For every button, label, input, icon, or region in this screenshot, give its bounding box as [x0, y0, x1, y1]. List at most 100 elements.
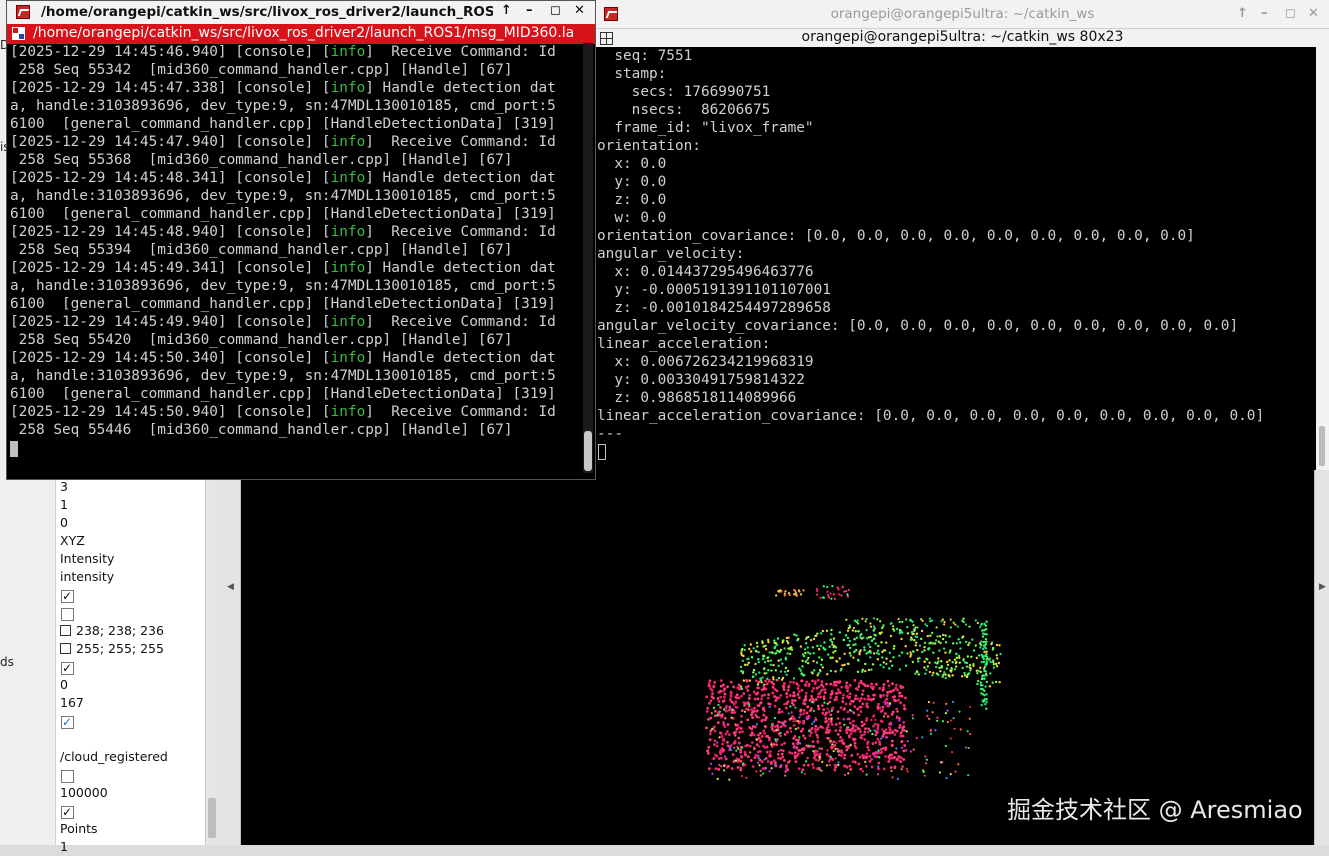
point-cloud-point — [812, 750, 815, 753]
point-cloud-point — [777, 696, 781, 700]
point-cloud-point — [723, 725, 727, 728]
point-cloud-point — [840, 685, 844, 689]
point-cloud-point — [853, 678, 857, 682]
left-panel-splitter[interactable]: ◀ — [218, 478, 241, 845]
terminal-output[interactable]: seq: 7551 stamp: secs: 1766990751 nsecs:… — [597, 47, 1315, 457]
point-cloud-point — [834, 683, 838, 687]
close-icon[interactable]: ✕ — [574, 3, 585, 18]
log-text: ] Receive Command: Id — [365, 134, 556, 150]
point-cloud-point — [749, 643, 752, 646]
point-cloud-point — [859, 730, 863, 734]
terminal-tab-label[interactable]: orangepi@orangepi5ultra: ~/catkin_ws 80x… — [596, 29, 1329, 45]
point-cloud-point — [868, 759, 872, 763]
point-cloud-point — [706, 749, 709, 753]
maximize-icon[interactable]: ◻ — [1285, 6, 1296, 21]
point-cloud-point — [995, 654, 998, 657]
point-cloud-point — [797, 690, 801, 694]
point-cloud-point — [867, 748, 871, 752]
window-titlebar[interactable]: /home/orangepi/catkin_ws/src/livox_ros_d… — [7, 1, 595, 24]
terminal-output[interactable]: [2025-12-29 14:45:46.940] [console] [inf… — [10, 43, 580, 463]
color-swatch[interactable] — [60, 625, 71, 636]
maximize-icon[interactable]: ◻ — [550, 3, 561, 18]
point-cloud-point — [982, 700, 985, 704]
window-up-icon[interactable]: ↑ — [501, 3, 512, 18]
point-cloud-point — [968, 625, 971, 628]
point-cloud-point — [842, 693, 845, 697]
point-cloud-point — [998, 644, 1001, 647]
point-cloud-point — [900, 740, 904, 744]
point-cloud-point — [950, 751, 954, 754]
terminal-window-right[interactable]: orangepi@orangepi5ultra: ~/catkin_ws ↑ –… — [596, 0, 1329, 470]
point-cloud-point — [849, 744, 852, 747]
point-cloud-point — [812, 745, 816, 748]
point-cloud-point — [768, 651, 772, 654]
point-cloud-point — [939, 669, 942, 673]
point-cloud-point — [828, 700, 832, 704]
terminal-scrollbar[interactable] — [583, 43, 593, 473]
property-checkbox[interactable] — [61, 608, 74, 621]
point-cloud-point — [828, 729, 832, 732]
point-cloud-point — [841, 586, 844, 589]
point-cloud-point — [944, 641, 948, 644]
scrollbar-thumb[interactable] — [1319, 426, 1325, 466]
point-cloud-point — [797, 637, 800, 641]
point-cloud-point — [844, 634, 848, 637]
terminal-tab-active[interactable]: /home/orangepi/catkin_ws/src/livox_ros_d… — [7, 24, 595, 44]
collapse-right-arrow-icon[interactable]: ▶ — [1319, 582, 1326, 592]
point-cloud-point — [814, 716, 817, 720]
point-cloud-point — [830, 597, 833, 600]
point-cloud-point — [797, 696, 801, 700]
point-cloud-point — [821, 666, 825, 669]
point-cloud-point — [904, 645, 907, 648]
point-cloud-visualization — [705, 584, 1002, 781]
point-cloud-point — [877, 644, 880, 648]
point-cloud-point — [716, 713, 719, 717]
point-cloud-point — [789, 680, 792, 684]
point-cloud-point — [836, 688, 840, 691]
point-cloud-point — [877, 765, 880, 768]
property-checkbox[interactable] — [61, 713, 74, 731]
window-titlebar[interactable]: orangepi@orangepi5ultra: ~/catkin_ws ↑ –… — [596, 0, 1329, 28]
point-cloud-point — [892, 647, 895, 650]
point-cloud-point — [858, 653, 861, 656]
point-cloud-point — [836, 710, 840, 714]
point-cloud-point — [934, 665, 938, 669]
collapse-left-arrow-icon[interactable]: ◀ — [227, 582, 234, 592]
terminal-window-left[interactable]: /home/orangepi/catkin_ws/src/livox_ros_d… — [6, 0, 596, 480]
minimize-icon[interactable]: – — [1261, 6, 1268, 21]
color-swatch[interactable] — [60, 643, 71, 654]
property-checkbox[interactable] — [61, 803, 74, 821]
point-cloud-point — [967, 746, 970, 750]
point-cloud-point — [981, 655, 984, 659]
point-cloud-point — [939, 761, 943, 764]
point-cloud-point — [737, 696, 741, 700]
point-cloud-point — [985, 680, 989, 684]
point-cloud-point — [790, 711, 793, 714]
right-panel-splitter[interactable]: ▶ — [1314, 460, 1329, 845]
point-cloud-point — [990, 642, 993, 646]
point-cloud-point — [821, 760, 824, 763]
point-cloud-point — [839, 726, 842, 729]
property-checkbox[interactable] — [61, 587, 74, 605]
property-checkbox[interactable] — [61, 659, 74, 677]
terminal-scrollbar[interactable] — [1316, 46, 1329, 470]
point-cloud-point — [723, 769, 726, 772]
window-up-icon[interactable]: ↑ — [1237, 6, 1248, 21]
point-cloud-point — [767, 640, 770, 644]
point-cloud-point — [893, 728, 897, 732]
log-line: 6100 [general_command_handler.cpp] [Hand… — [10, 115, 580, 133]
point-cloud-point — [909, 653, 913, 656]
property-checkbox[interactable] — [61, 770, 74, 783]
point-cloud-point — [833, 768, 837, 772]
point-cloud-point — [787, 636, 790, 639]
scrollbar-thumb[interactable] — [584, 431, 592, 471]
minimize-icon[interactable]: – — [526, 3, 533, 18]
close-icon[interactable]: ✕ — [1308, 6, 1319, 21]
properties-scrollbar[interactable] — [205, 478, 219, 845]
point-cloud-point — [794, 727, 797, 731]
point-cloud-point — [773, 639, 776, 642]
scrollbar-thumb[interactable] — [208, 798, 216, 838]
point-cloud-point — [884, 748, 887, 752]
rviz-3d-view[interactable]: 掘金技术社区 @ Aresmiao — [241, 470, 1314, 845]
point-cloud-point — [818, 656, 821, 659]
